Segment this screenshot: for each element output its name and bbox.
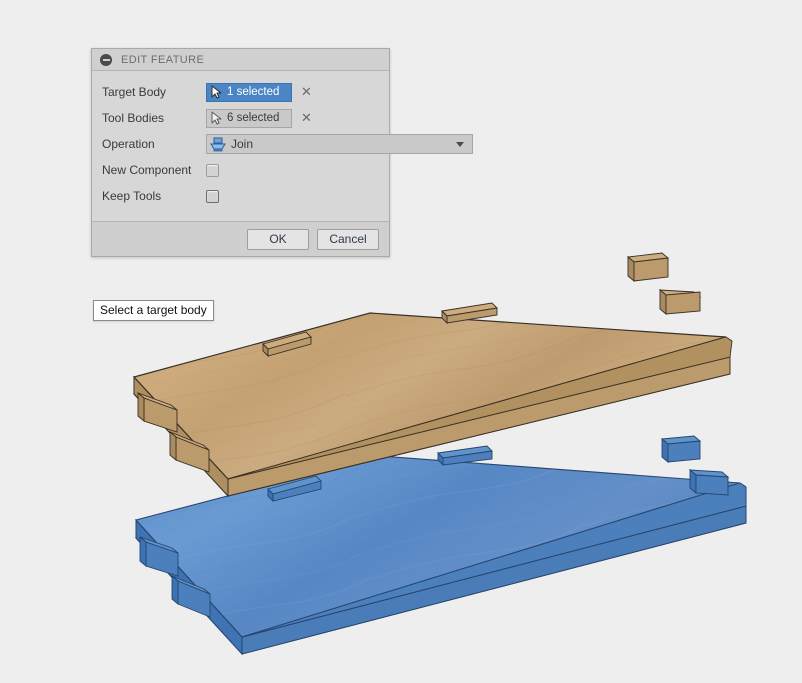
select-target-body-tooltip: Select a target body	[93, 300, 214, 321]
tool-bodies-selection-chip[interactable]: 6 selected	[206, 108, 292, 128]
edit-feature-dialog[interactable]: EDIT FEATURE Target Body 1 selected ✕ To…	[91, 48, 473, 257]
target-body-chip-text: 1 selected	[227, 86, 280, 98]
tool-bodies-clear-icon[interactable]: ✕	[301, 112, 312, 125]
row-keep-tools: Keep Tools	[92, 183, 389, 209]
operation-control: Join	[206, 134, 473, 154]
tool-bodies-label: Tool Bodies	[102, 111, 165, 125]
minus-circle-icon[interactable]	[100, 53, 112, 66]
operation-label: Operation	[102, 137, 155, 151]
new-component-control	[206, 163, 379, 177]
keep-tools-label: Keep Tools	[102, 189, 162, 203]
row-target-body: Target Body 1 selected ✕	[92, 79, 389, 105]
row-operation: Operation Join	[92, 131, 473, 157]
operation-dropdown[interactable]: Join	[206, 134, 473, 154]
target-body-clear-icon[interactable]: ✕	[301, 86, 312, 99]
cancel-button[interactable]: Cancel	[317, 228, 379, 250]
keep-tools-control	[206, 189, 379, 203]
ok-button[interactable]: OK	[247, 228, 309, 250]
selection-cursor-icon	[211, 111, 222, 125]
new-component-checkbox[interactable]	[206, 163, 219, 177]
row-tool-bodies: Tool Bodies 6 selected ✕	[92, 105, 389, 131]
chevron-down-icon[interactable]	[456, 142, 464, 147]
dialog-body: Target Body 1 selected ✕ Tool Bodies 6 s…	[92, 71, 473, 221]
dialog-footer: OK Cancel	[92, 221, 389, 256]
dialog-header[interactable]: EDIT FEATURE	[92, 49, 389, 71]
keep-tools-checkbox[interactable]	[206, 189, 219, 203]
tool-bodies-chip-text: 6 selected	[227, 112, 280, 124]
tool-bodies-control: 6 selected ✕	[206, 108, 379, 128]
row-new-component: New Component	[92, 157, 389, 183]
join-operation-icon	[210, 137, 226, 151]
operation-value: Join	[231, 137, 254, 151]
target-body-label: Target Body	[102, 85, 167, 99]
selection-cursor-icon	[211, 85, 222, 99]
target-body-selection-chip[interactable]: 1 selected	[206, 82, 292, 102]
target-body-control: 1 selected ✕	[206, 82, 379, 102]
dialog-title: EDIT FEATURE	[121, 53, 205, 66]
new-component-label: New Component	[102, 163, 192, 177]
